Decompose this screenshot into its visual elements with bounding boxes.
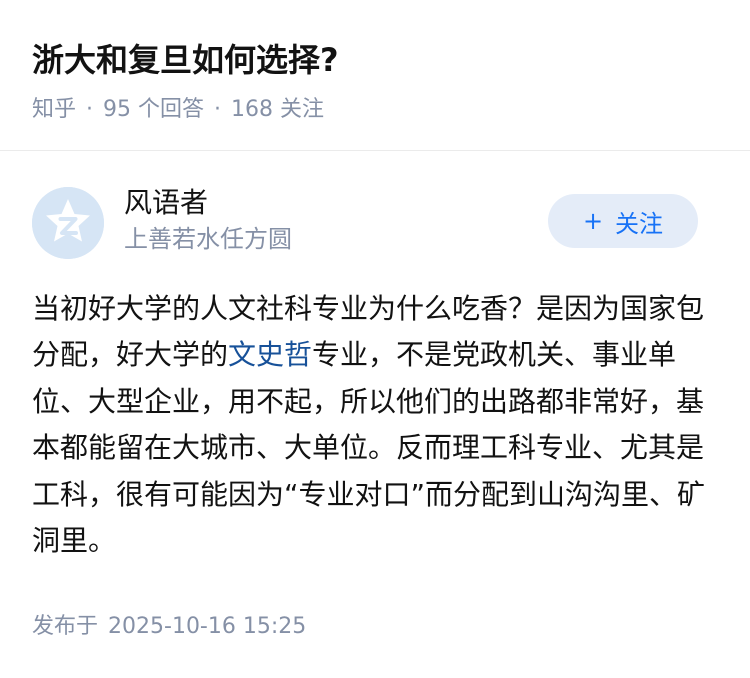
- answer-content: 当初好大学的人文社科专业为什么吃香？是因为国家包分配，好大学的文史哲专业，不是党…: [32, 286, 718, 564]
- meta-separator: ·: [214, 97, 222, 122]
- author-name[interactable]: 风语者: [124, 184, 292, 222]
- publish-time: 发布于 2025-10-16 15:25: [32, 610, 306, 644]
- wiki-link[interactable]: 文史哲: [228, 338, 312, 371]
- question-title[interactable]: 浙大和复旦如何选择?: [32, 30, 718, 90]
- answer-count: 95: [103, 97, 132, 122]
- zhihu-default-avatar-icon: [32, 187, 104, 259]
- question-header: 浙大和复旦如何选择? 知乎 · 95 个回答 · 168 关注: [32, 30, 718, 126]
- publish-datetime: 2025-10-16 15:25: [108, 614, 307, 639]
- follow-button-label: 关注: [615, 209, 664, 238]
- question-meta: 知乎 · 95 个回答 · 168 关注: [32, 94, 718, 126]
- author-info: 风语者 上善若水任方圆: [124, 184, 292, 256]
- publish-label: 发布于: [32, 614, 99, 639]
- follow-button[interactable]: + 关注: [548, 194, 698, 248]
- meta-separator: ·: [86, 97, 94, 122]
- divider: [0, 150, 750, 151]
- answer-count-suffix: 个回答: [138, 97, 205, 122]
- avatar[interactable]: [32, 187, 104, 259]
- source-label: 知乎: [32, 97, 77, 122]
- author-bio: 上善若水任方圆: [124, 225, 292, 253]
- follower-count: 168: [231, 97, 274, 122]
- plus-icon: +: [582, 207, 604, 235]
- follower-count-suffix: 关注: [280, 97, 325, 122]
- author-row: 风语者 上善若水任方圆 + 关注: [32, 184, 698, 260]
